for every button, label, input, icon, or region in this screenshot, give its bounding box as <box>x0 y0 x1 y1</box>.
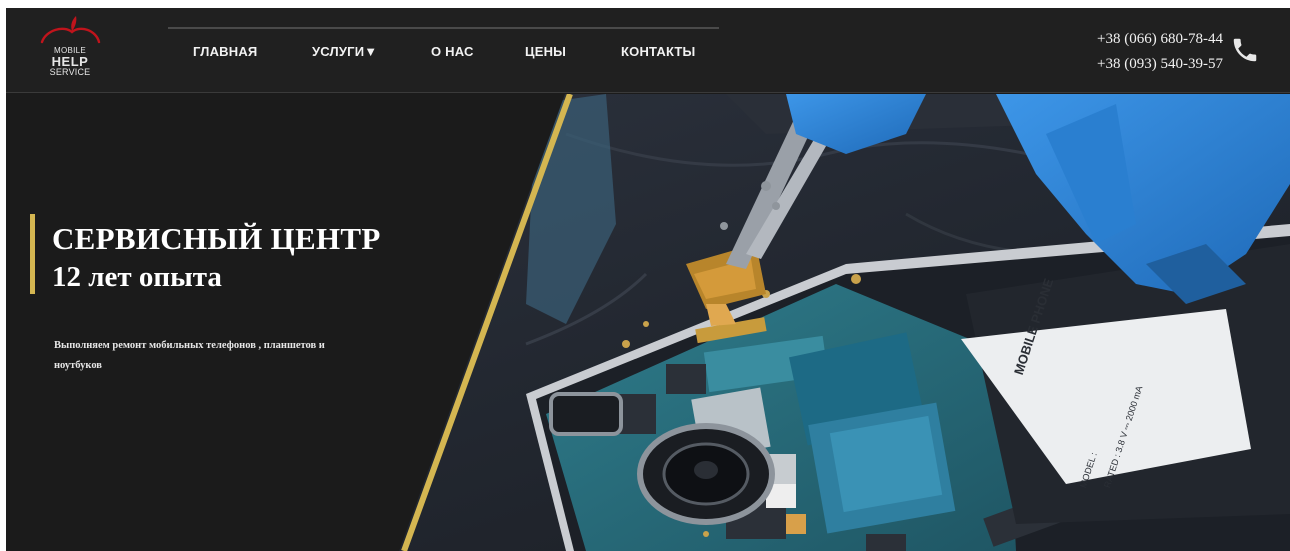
hero-section: MOBILE PHONE MODEL : RATED : 3.8 V ⎓ 200… <box>6 94 1290 551</box>
nav-divider <box>168 27 719 29</box>
phone-number-2[interactable]: +38 (093) 540-39-57 <box>1097 52 1223 77</box>
nav-item-contacts[interactable]: КОНТАКТЫ <box>621 44 695 59</box>
hero-title: СЕРВИСНЫЙ ЦЕНТР <box>52 221 381 256</box>
title-accent-bar <box>30 214 35 294</box>
nav-item-services-dropdown[interactable]: УСЛУГИ▼ <box>312 44 377 59</box>
hero-description: Выполняем ремонт мобильных телефонов , п… <box>54 340 325 371</box>
logo[interactable]: MOBILE HELP SERVICE <box>36 14 104 80</box>
hero-subtitle: 12 лет опыта <box>52 261 222 293</box>
nav-item-home[interactable]: ГЛАВНАЯ <box>193 44 257 59</box>
hero-dark-panel <box>6 94 573 551</box>
phone-numbers: +38 (066) 680-78-44 +38 (093) 540-39-57 <box>1097 27 1223 77</box>
apple-leaf-logo-icon <box>40 16 101 44</box>
phone-number-1[interactable]: +38 (066) 680-78-44 <box>1097 27 1223 52</box>
site-header: MOBILE HELP SERVICE ГЛАВНАЯ УСЛУГИ▼ О НА… <box>6 8 1290 93</box>
nav-item-prices[interactable]: ЦЕНЫ <box>525 44 566 59</box>
nav-item-about[interactable]: О НАС <box>431 44 474 59</box>
logo-text-service: SERVICE <box>49 67 91 77</box>
phone-icon[interactable] <box>1230 35 1260 65</box>
page: MOBILE HELP SERVICE ГЛАВНАЯ УСЛУГИ▼ О НА… <box>6 8 1290 551</box>
